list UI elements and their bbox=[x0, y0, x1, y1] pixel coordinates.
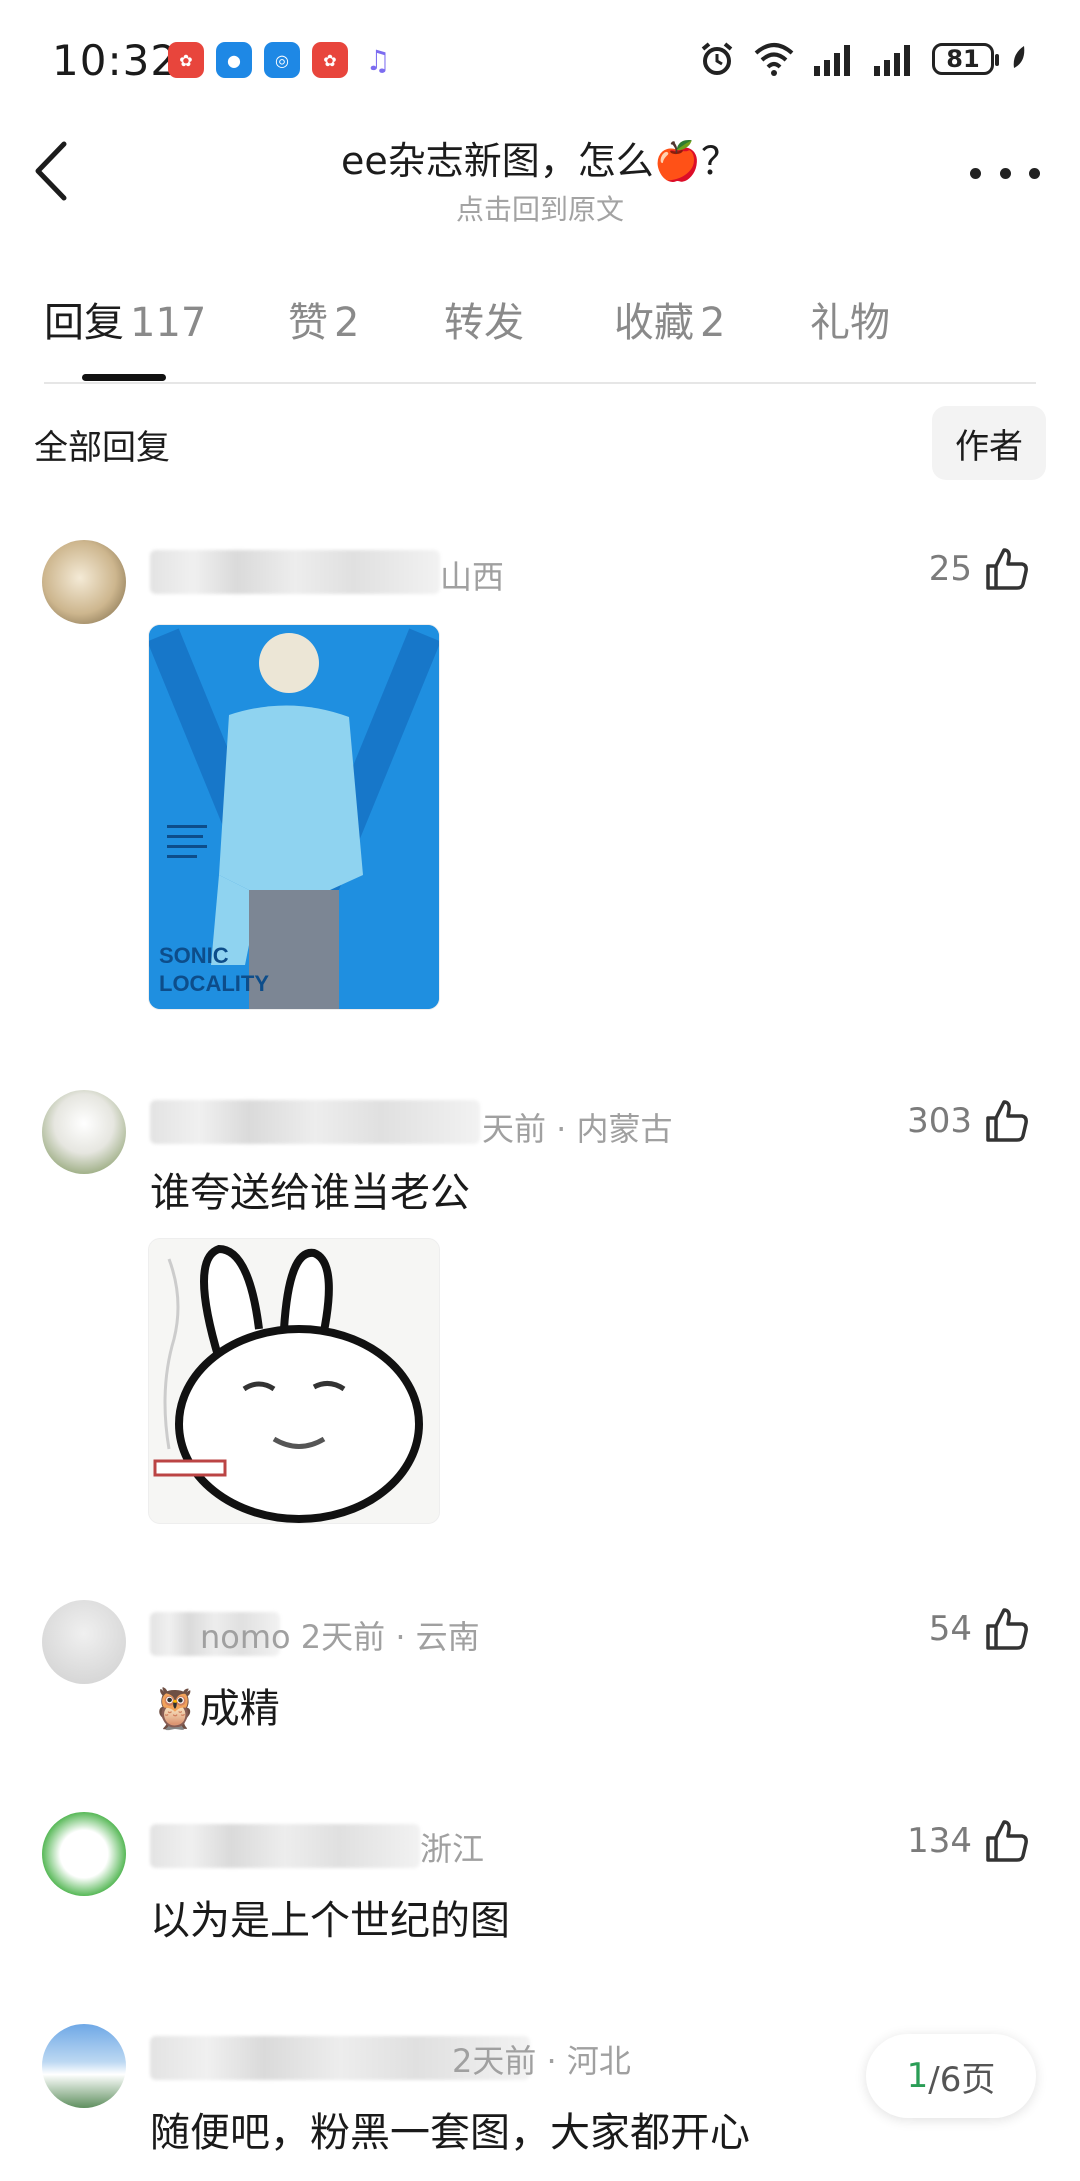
like-button[interactable]: 134 bbox=[907, 1818, 1030, 1864]
magazine-cover-art: SONIC LOCALITY bbox=[149, 625, 439, 1009]
thumbs-up-icon bbox=[986, 1608, 1028, 1650]
avatar[interactable] bbox=[42, 2024, 126, 2108]
like-count: 25 bbox=[928, 549, 972, 589]
all-replies-filter[interactable]: 全部回复 bbox=[34, 420, 170, 469]
message-icon: ● bbox=[216, 42, 252, 78]
thumbs-up-icon bbox=[986, 1820, 1028, 1862]
comment-meta: 山西 bbox=[440, 558, 505, 596]
comment-meta: 浙江 bbox=[420, 1830, 485, 1868]
avatar[interactable] bbox=[42, 1600, 126, 1684]
comment-text: 随便吧，粉黑一套图，大家都开心 bbox=[150, 2110, 750, 2156]
leaf-icon bbox=[1013, 46, 1025, 68]
magazine-cover-image[interactable]: SONIC LOCALITY bbox=[148, 624, 440, 1010]
comment-text: 以为是上个世纪的图 bbox=[150, 1898, 510, 1944]
status-time: 10:32 bbox=[52, 36, 179, 85]
comment-item: nomo 2天前 · 云南 54 🦉成精 bbox=[0, 1600, 1080, 1732]
tab-gifts[interactable]: 礼物 bbox=[810, 290, 890, 348]
comment-item: 天前 · 内蒙古 303 谁夸送给谁当老公 bbox=[0, 1090, 1080, 1530]
comment-text: 谁夸送给谁当老公 bbox=[150, 1170, 470, 1216]
rabbit-sticker-art bbox=[149, 1239, 439, 1523]
thumbs-up-icon bbox=[986, 548, 1028, 590]
comment-meta: nomo 2天前 · 云南 bbox=[200, 1618, 480, 1656]
tab-bar: 回复 117 赞2 转发 收藏 2 礼物 bbox=[44, 290, 1036, 381]
comment-meta: 天前 · 内蒙古 bbox=[482, 1110, 673, 1148]
alarm-icon bbox=[701, 42, 733, 75]
tab-count: 2 bbox=[700, 300, 726, 346]
tab-label: 转发 bbox=[444, 300, 524, 346]
dot-icon bbox=[999, 167, 1011, 179]
tab-label: 回复 bbox=[44, 300, 124, 346]
comment-item: 浙江 134 以为是上个世纪的图 bbox=[0, 1812, 1080, 1944]
current-page: 1 bbox=[906, 2056, 929, 2096]
svg-text:LOCALITY: LOCALITY bbox=[159, 971, 269, 996]
tab-count: 2 bbox=[334, 300, 360, 346]
avatar[interactable] bbox=[42, 1090, 126, 1174]
tab-likes[interactable]: 赞2 bbox=[288, 290, 359, 348]
wifi-icon bbox=[754, 43, 794, 76]
total-pages: /6页 bbox=[928, 2059, 996, 2100]
tab-count: 117 bbox=[130, 300, 207, 346]
username-redacted[interactable] bbox=[150, 1100, 480, 1144]
tab-favorites[interactable]: 收藏 2 bbox=[614, 290, 725, 348]
status-app-icons: ✿ ● ◎ ✿ ♫ bbox=[168, 42, 396, 78]
username-redacted[interactable] bbox=[150, 550, 440, 594]
username-redacted[interactable] bbox=[150, 1824, 420, 1868]
rabbit-sticker-image[interactable] bbox=[148, 1238, 440, 1524]
like-count: 303 bbox=[907, 1101, 972, 1141]
signal-icon-1 bbox=[814, 45, 850, 76]
author-filter-button[interactable]: 作者 bbox=[932, 406, 1046, 480]
comment-meta: 2天前 · 河北 bbox=[452, 2042, 631, 2080]
like-button[interactable]: 25 bbox=[929, 546, 1030, 592]
comment-item: 山西 25 SONIC LOCALITY bbox=[0, 540, 1080, 1020]
music-icon: ♫ bbox=[360, 42, 396, 78]
browser-icon: ◎ bbox=[264, 42, 300, 78]
dot-icon bbox=[970, 167, 981, 179]
dot-icon bbox=[1029, 167, 1040, 179]
battery-indicator: 81 bbox=[932, 43, 999, 75]
like-count: 134 bbox=[907, 1821, 972, 1861]
tab-label: 赞 bbox=[288, 300, 328, 346]
status-bar: 10:32 ✿ ● ◎ ✿ ♫ 81 bbox=[0, 0, 1080, 120]
more-options-button[interactable] bbox=[970, 158, 1040, 188]
app-icon-1: ✿ bbox=[168, 42, 204, 78]
active-tab-indicator bbox=[82, 374, 166, 381]
avatar[interactable] bbox=[42, 540, 126, 624]
tab-label: 收藏 bbox=[614, 300, 694, 346]
avatar[interactable] bbox=[42, 1812, 126, 1896]
post-header: ee杂志新图，怎么🍎？ 点击回到原文 bbox=[0, 110, 1080, 240]
svg-text:SONIC: SONIC bbox=[159, 943, 229, 968]
page-indicator-button[interactable]: 1/6页 bbox=[866, 2034, 1036, 2118]
signal-icon-2 bbox=[874, 45, 910, 76]
comment-text: 🦉成精 bbox=[150, 1686, 280, 1732]
like-count: 54 bbox=[928, 1609, 972, 1649]
page-title[interactable]: ee杂志新图，怎么🍎？ bbox=[0, 130, 1080, 185]
like-button[interactable]: 303 bbox=[907, 1098, 1030, 1144]
divider bbox=[44, 382, 1036, 384]
reply-filter-row: 全部回复 作者 bbox=[0, 400, 1080, 486]
like-button[interactable]: 54 bbox=[929, 1606, 1030, 1652]
status-right: 81 bbox=[698, 40, 1028, 78]
tab-replies[interactable]: 回复 117 bbox=[44, 290, 206, 348]
app-icon-2: ✿ bbox=[312, 42, 348, 78]
tab-reposts[interactable]: 转发 bbox=[444, 290, 524, 348]
back-to-post-link[interactable]: 点击回到原文 bbox=[0, 188, 1080, 228]
tab-label: 礼物 bbox=[810, 300, 890, 346]
thumbs-up-icon bbox=[986, 1100, 1028, 1142]
